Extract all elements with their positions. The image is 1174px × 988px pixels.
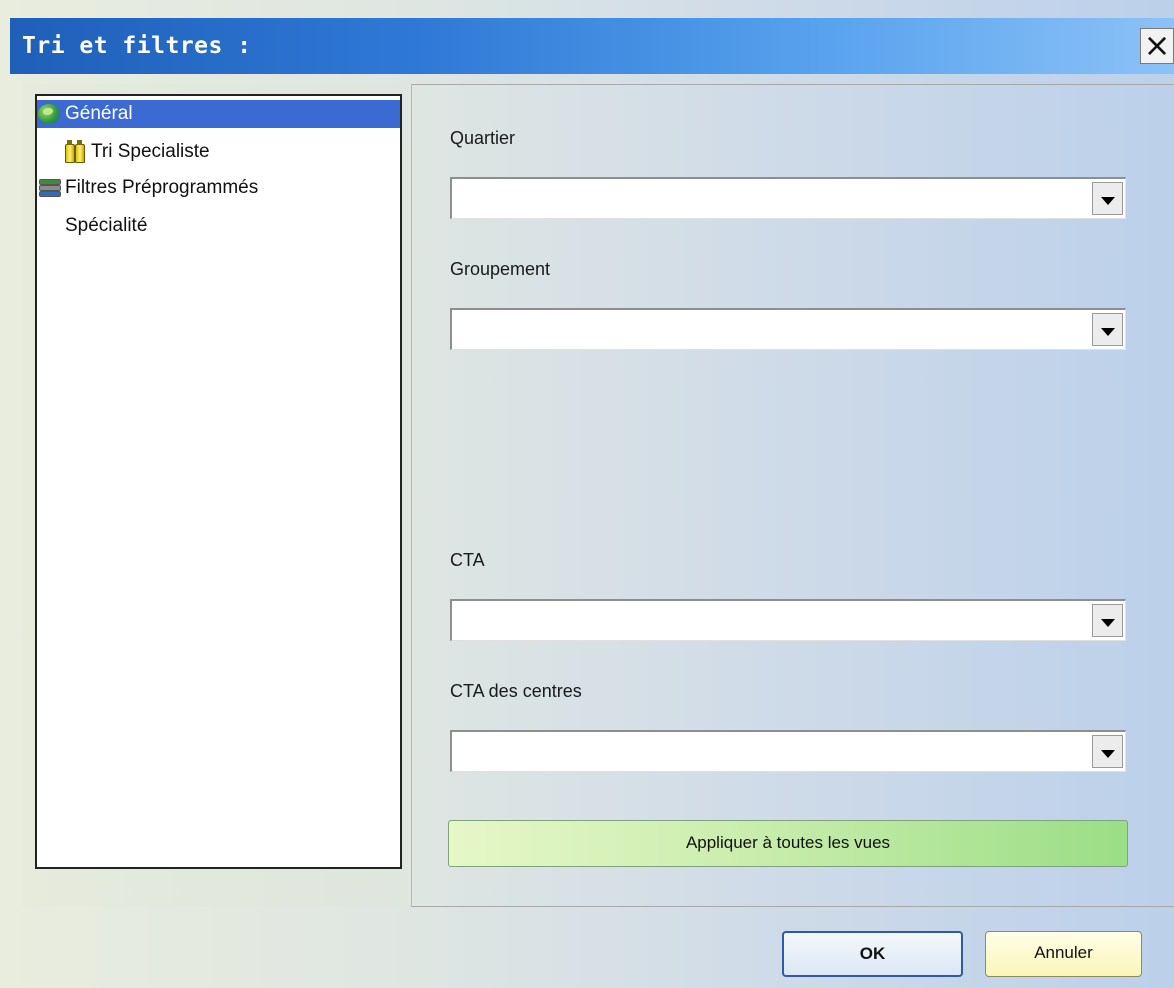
close-icon: ×: [1143, 26, 1171, 64]
groupement-select[interactable]: [450, 308, 1126, 350]
chevron-down-icon[interactable]: [1092, 313, 1123, 346]
title-bar[interactable]: Tri et filtres :: [10, 18, 1174, 74]
tree-item-specialite[interactable]: Spécialité: [65, 212, 147, 240]
cta-centres-select[interactable]: [450, 730, 1126, 772]
tree-item-label: Général: [65, 103, 133, 124]
apply-all-views-button[interactable]: Appliquer à toutes les vues: [448, 820, 1128, 867]
cta-label: CTA: [450, 550, 485, 570]
groupement-label: Groupement: [450, 259, 551, 279]
tree-item-label: Filtres Préprogrammés: [65, 177, 259, 198]
tree-item-label: Tri Specialiste: [91, 141, 210, 162]
tree-item-general[interactable]: Général: [37, 100, 400, 128]
quartier-label: Quartier: [450, 128, 516, 148]
books-icon: [37, 177, 61, 199]
globe-icon: [37, 103, 61, 125]
tree-item-filtres-preprogrammes[interactable]: Filtres Préprogrammés: [37, 174, 258, 202]
dialog-title: Tri et filtres :: [22, 33, 252, 59]
cta-select[interactable]: [450, 599, 1126, 641]
tree-item-label: Spécialité: [65, 215, 148, 236]
bottles-icon: [63, 140, 87, 163]
cta-centres-label: CTA des centres: [450, 681, 582, 701]
tree-item-tri-specialiste[interactable]: Tri Specialiste: [63, 138, 210, 166]
cancel-button[interactable]: Annuler: [985, 931, 1142, 977]
chevron-down-icon[interactable]: [1092, 735, 1123, 768]
chevron-down-icon[interactable]: [1092, 604, 1123, 637]
chevron-down-icon[interactable]: [1092, 182, 1123, 215]
category-tree[interactable]: Général Tri Specialiste Filtres Préprogr…: [35, 94, 402, 869]
close-button[interactable]: ×: [1140, 26, 1174, 64]
quartier-select[interactable]: [450, 177, 1126, 219]
filter-dialog: Tri et filtres : × Général Tri Specialis…: [0, 0, 1174, 988]
ok-button[interactable]: OK: [782, 931, 963, 977]
